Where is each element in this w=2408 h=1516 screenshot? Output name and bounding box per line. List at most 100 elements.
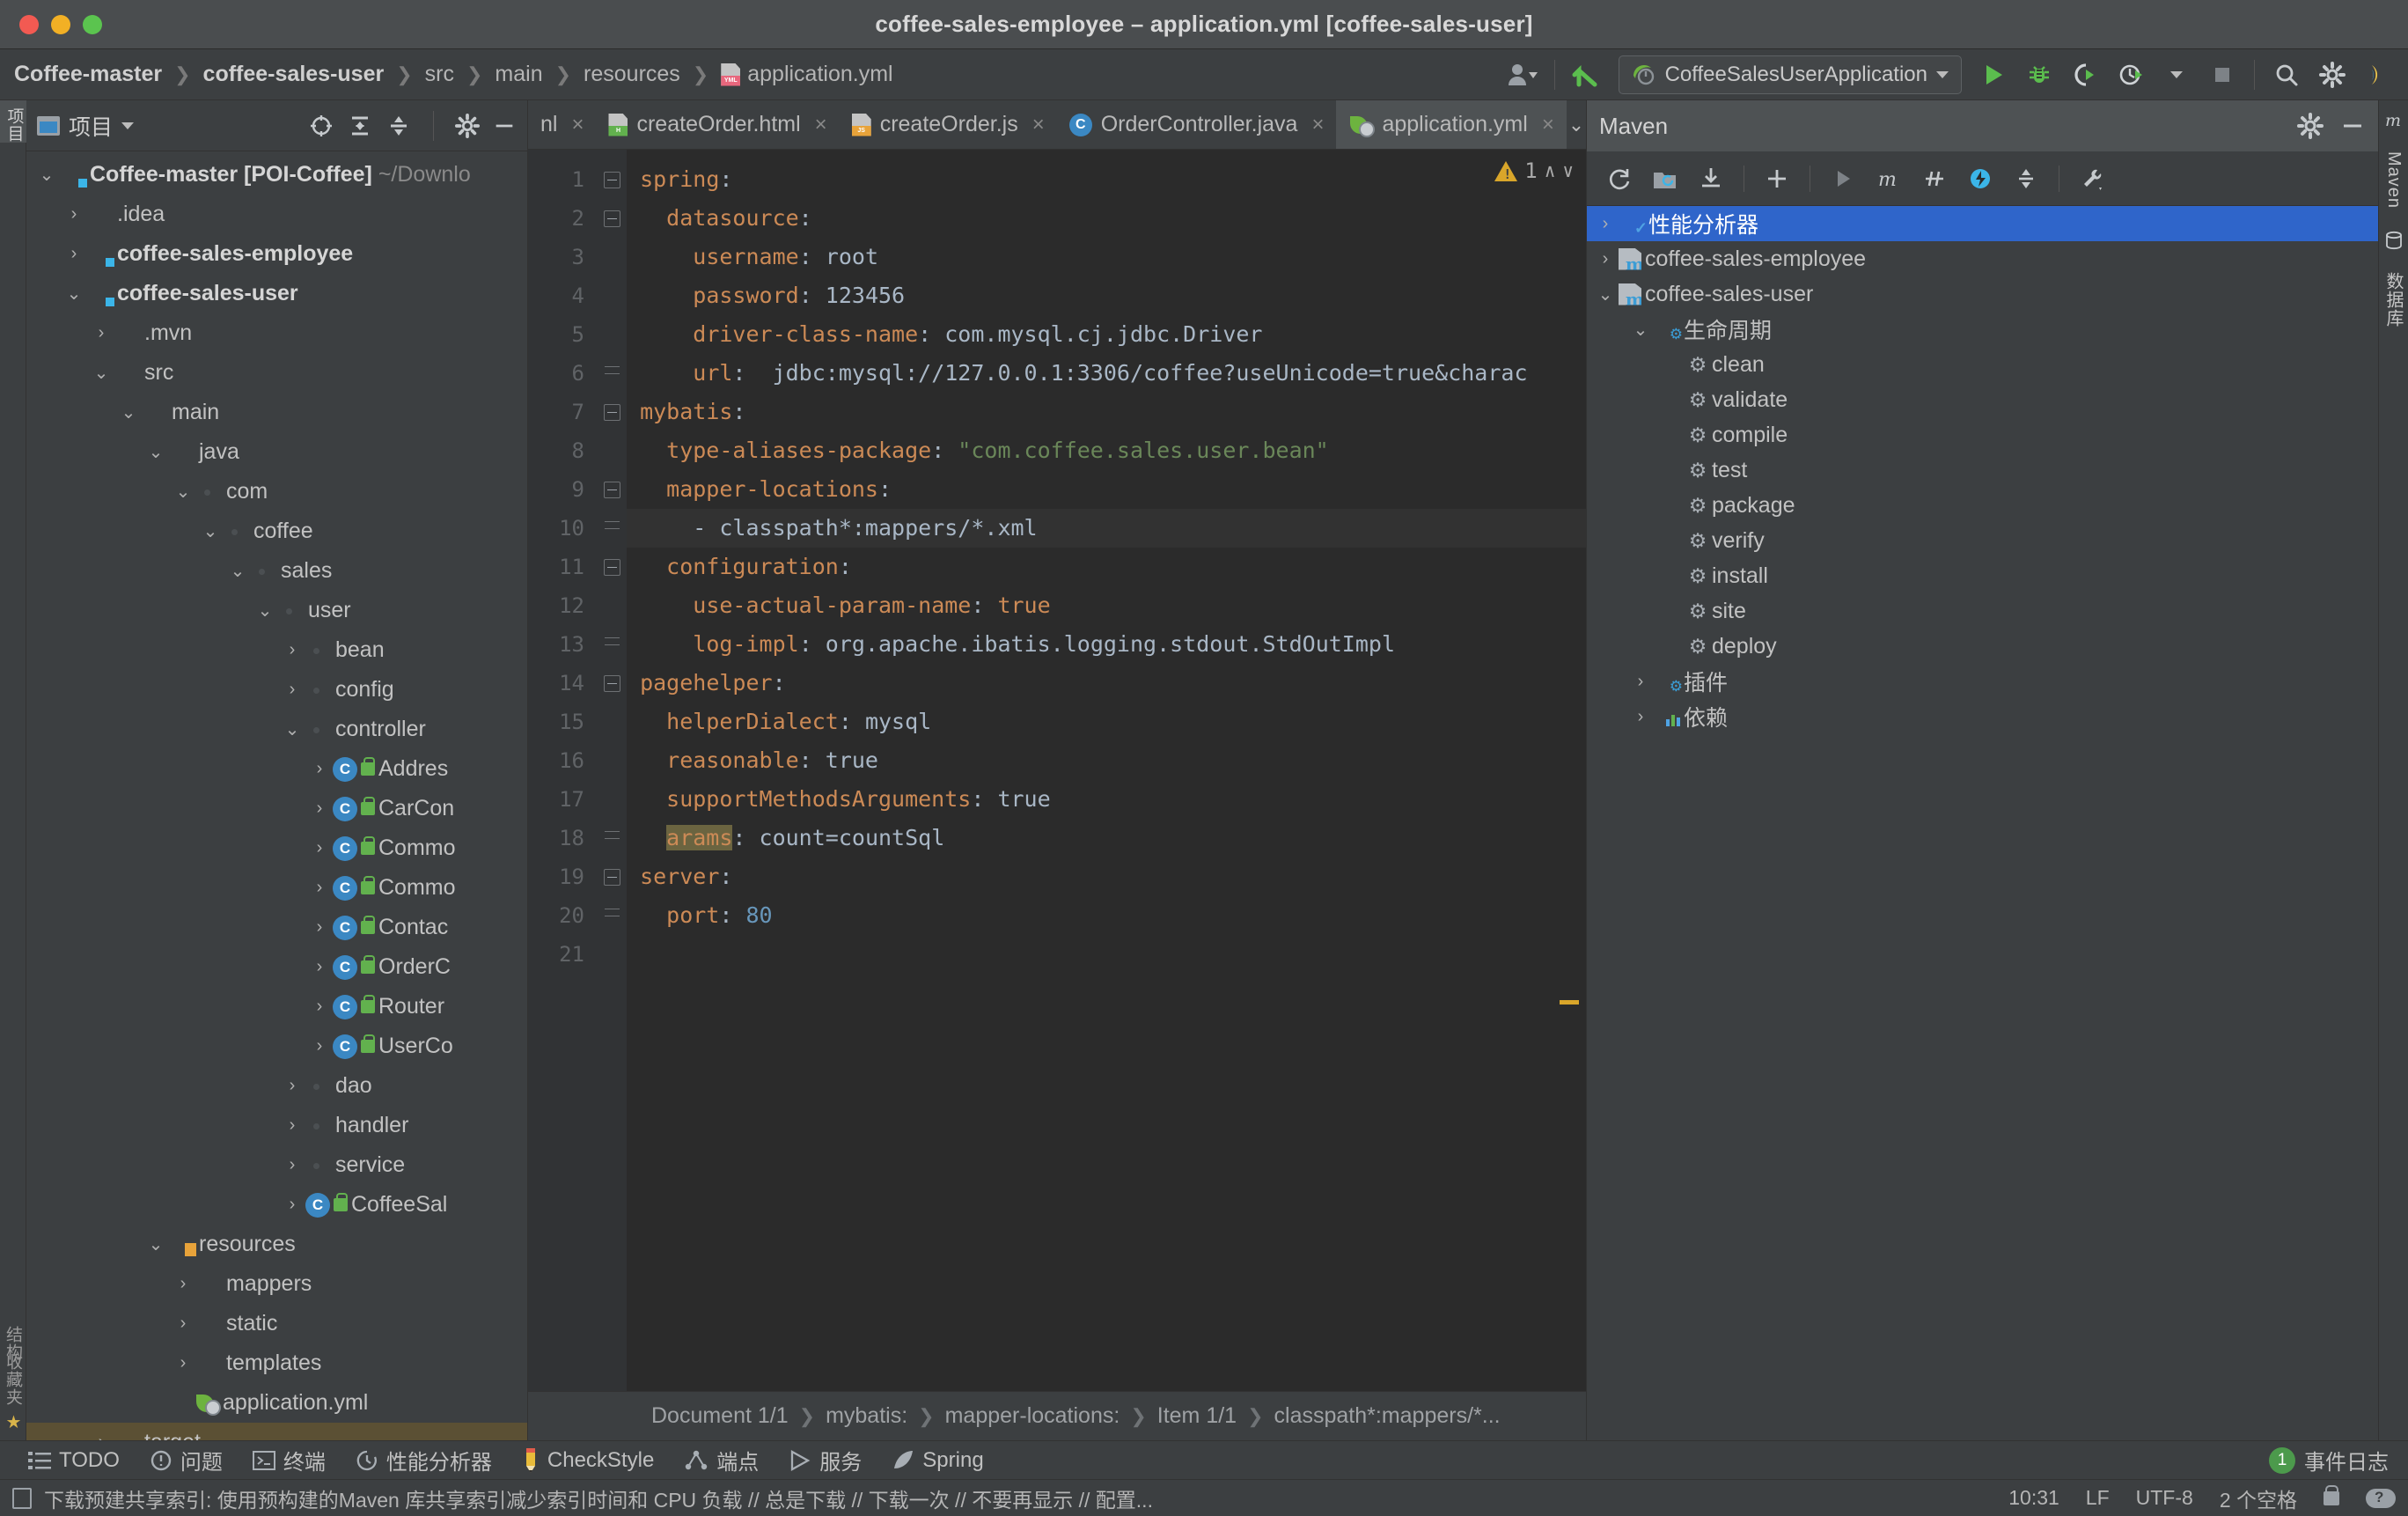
- maven-tree-row[interactable]: ›⚙compile: [1587, 417, 2378, 453]
- maven-tree-row[interactable]: ›⚙test: [1587, 453, 2378, 488]
- line-separator-label[interactable]: LF: [2086, 1486, 2110, 1510]
- tree-expand-arrow[interactable]: ›: [308, 1036, 331, 1056]
- tree-expand-arrow[interactable]: ›: [62, 244, 85, 264]
- next-problem-icon[interactable]: ∨: [1562, 160, 1574, 181]
- chevron-down-icon[interactable]: [2154, 54, 2199, 96]
- tree-expand-arrow[interactable]: ⌄: [1594, 283, 1617, 305]
- user-icon[interactable]: [1500, 54, 1545, 96]
- tree-expand-arrow[interactable]: ⌄: [144, 441, 167, 463]
- project-tree-row[interactable]: ⌄ src: [26, 353, 527, 393]
- project-tree-row[interactable]: ›application.yml: [26, 1383, 527, 1423]
- code-line[interactable]: arams: count=countSql: [627, 819, 1586, 857]
- tree-expand-arrow[interactable]: ›: [308, 838, 331, 858]
- expand-all-icon[interactable]: [347, 113, 373, 139]
- code-line[interactable]: configuration:: [627, 548, 1586, 586]
- tree-expand-arrow[interactable]: ›: [281, 1076, 304, 1096]
- project-tree-row[interactable]: ⌄ com: [26, 472, 527, 511]
- project-tree-row[interactable]: › coffee-sales-employee: [26, 234, 527, 274]
- gear-icon[interactable]: [455, 113, 480, 138]
- maven-tree-row[interactable]: ›⚙validate: [1587, 382, 2378, 417]
- run-configuration-selector[interactable]: CoffeeSalesUserApplication: [1618, 55, 1962, 94]
- tree-expand-arrow[interactable]: ⌄: [1629, 319, 1652, 341]
- tree-expand-arrow[interactable]: ⌄: [117, 401, 140, 423]
- breadcrumb-item-main[interactable]: main: [489, 59, 547, 90]
- strip-tab-favorites[interactable]: 收藏夹 ★: [1, 1353, 25, 1433]
- project-tree-row[interactable]: ⌄ resources: [26, 1225, 527, 1264]
- tree-expand-arrow[interactable]: ›: [172, 1314, 195, 1334]
- locate-icon[interactable]: [308, 113, 334, 139]
- fold-toggle-icon[interactable]: [597, 857, 627, 896]
- maven-projects-tree[interactable]: › ✓性能分析器 › coffee-sales-employee ⌄ coffee-sal…: [1587, 206, 2378, 1440]
- search-everywhere-icon[interactable]: [2264, 54, 2309, 96]
- encoding-label[interactable]: UTF-8: [2136, 1486, 2193, 1510]
- code-line[interactable]: username: root: [627, 238, 1586, 276]
- tool-window-button-服务[interactable]: 服务: [776, 1443, 874, 1477]
- chevron-down-icon[interactable]: [121, 121, 135, 129]
- project-tree-row[interactable]: › C Router: [26, 987, 527, 1027]
- project-tree-row[interactable]: › bean: [26, 630, 527, 670]
- tree-expand-arrow[interactable]: ›: [90, 1432, 113, 1440]
- tool-window-button-端点[interactable]: 端点: [672, 1443, 771, 1477]
- close-icon[interactable]: ×: [815, 113, 827, 137]
- project-tree-row[interactable]: › C Addres: [26, 749, 527, 789]
- ide-help-icon[interactable]: [2355, 54, 2401, 96]
- status-message-area[interactable]: 下载预建共享索引: 使用预构建的Maven 库共享索引减少索引时间和 CPU 负…: [12, 1483, 1153, 1513]
- fold-toggle-icon[interactable]: [597, 160, 627, 199]
- tree-expand-arrow[interactable]: ›: [1629, 672, 1652, 692]
- breadcrumb-item-file[interactable]: application.yml: [716, 59, 898, 90]
- close-icon[interactable]: ×: [571, 113, 584, 137]
- code-line[interactable]: datasource:: [627, 199, 1586, 238]
- tree-expand-arrow[interactable]: ⌄: [90, 362, 113, 384]
- execute-goal-icon[interactable]: [1960, 158, 2001, 199]
- project-tree-row[interactable]: › config: [26, 670, 527, 710]
- tree-expand-arrow[interactable]: ›: [281, 1115, 304, 1136]
- fold-toggle-icon[interactable]: [597, 548, 627, 586]
- prev-problem-icon[interactable]: ∧: [1545, 160, 1556, 181]
- tool-window-button-checkstyle[interactable]: CheckStyle: [510, 1446, 666, 1475]
- code-line[interactable]: password: 123456: [627, 276, 1586, 315]
- project-tree-row[interactable]: ⌄ coffee: [26, 511, 527, 551]
- code-line[interactable]: use-actual-param-name: true: [627, 586, 1586, 625]
- project-tree-row[interactable]: › target: [26, 1423, 527, 1440]
- maven-tree-row[interactable]: ⌄ ⚙ 生命周期: [1587, 312, 2378, 347]
- tree-expand-arrow[interactable]: ›: [281, 640, 304, 660]
- settings-icon[interactable]: [2309, 54, 2355, 96]
- project-tree-row[interactable]: › handler: [26, 1106, 527, 1145]
- code-line[interactable]: log-impl: org.apache.ibatis.logging.stdo…: [627, 625, 1586, 664]
- tree-expand-arrow[interactable]: ›: [308, 798, 331, 819]
- minimize-icon[interactable]: [2339, 113, 2366, 139]
- project-tree-row[interactable]: ⌄ java: [26, 432, 527, 472]
- code-line[interactable]: supportMethodsArguments: true: [627, 780, 1586, 819]
- generate-sources-icon[interactable]: [1645, 158, 1685, 199]
- code-content[interactable]: 1 ∧ ∨ spring: datasource: username: root…: [627, 150, 1586, 1391]
- status-crumb-mapper-locations[interactable]: mapper-locations:: [945, 1403, 1120, 1429]
- tree-expand-arrow[interactable]: ⌄: [62, 283, 85, 305]
- tool-window-button-终端[interactable]: 终端: [240, 1443, 338, 1477]
- strip-tab-database[interactable]: 数据库: [2381, 272, 2406, 327]
- tool-window-bar[interactable]: TODO 问题 终端 性能分析器 CheckStyle 端点 服务 Spring 1 事件日志: [0, 1440, 2408, 1479]
- tab-overflow-chevron-down-icon[interactable]: ⌄: [1567, 100, 1586, 149]
- maven-tree-row[interactable]: ›⚙site: [1587, 593, 2378, 629]
- tree-expand-arrow[interactable]: ⌄: [199, 520, 222, 542]
- lock-icon[interactable]: [2324, 1484, 2339, 1505]
- breadcrumb-item-module[interactable]: coffee-sales-user: [198, 59, 390, 90]
- strip-tab-maven[interactable]: Maven: [2383, 151, 2404, 209]
- project-tree-row[interactable]: ⌄ controller: [26, 710, 527, 749]
- close-icon[interactable]: ×: [1032, 113, 1045, 137]
- code-line[interactable]: url: jdbc:mysql://127.0.0.1:3306/coffee?…: [627, 354, 1586, 393]
- maximize-window-button[interactable]: [83, 15, 102, 34]
- code-line[interactable]: spring:: [627, 160, 1586, 199]
- tree-expand-arrow[interactable]: ›: [281, 1155, 304, 1175]
- profiler-button[interactable]: [2108, 54, 2154, 96]
- code-editor[interactable]: 123456789101112131415161718192021 1 ∧ ∨ …: [528, 150, 1586, 1391]
- code-line[interactable]: mapper-locations:: [627, 470, 1586, 509]
- collapse-all-icon[interactable]: [2006, 158, 2046, 199]
- run-icon[interactable]: [1823, 158, 1863, 199]
- maven-settings-icon[interactable]: [2072, 158, 2112, 199]
- tree-expand-arrow[interactable]: ›: [1594, 214, 1617, 234]
- status-crumb-mybatis[interactable]: mybatis:: [826, 1403, 907, 1429]
- breadcrumb-item-resources[interactable]: resources: [578, 59, 686, 90]
- tool-window-button-性能分析器[interactable]: 性能分析器: [343, 1443, 504, 1477]
- code-line[interactable]: pagehelper:: [627, 664, 1586, 703]
- update-project-icon[interactable]: [1564, 54, 1610, 96]
